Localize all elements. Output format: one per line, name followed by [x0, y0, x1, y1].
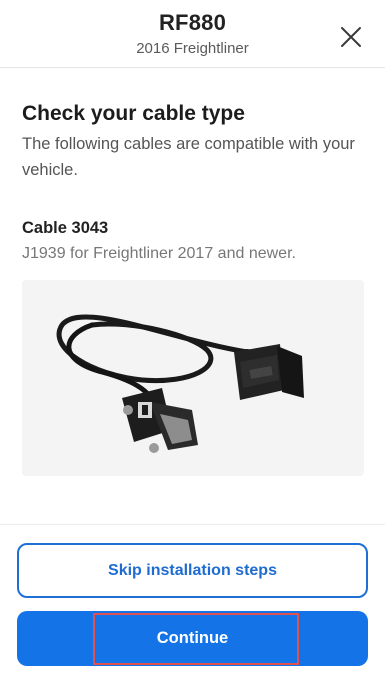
close-button[interactable]: [336, 22, 366, 52]
continue-label: Continue: [156, 629, 229, 647]
continue-button[interactable]: Continue: [17, 611, 368, 666]
skip-installation-label: Skip installation steps: [108, 561, 277, 579]
section-description: The following cables are compatible with…: [22, 135, 355, 179]
header: RF880 2016 Freightliner: [0, 0, 385, 68]
cable-image: [22, 280, 364, 476]
section-heading: Check your cable type: [22, 102, 245, 125]
footer-divider: [0, 524, 385, 525]
app-screen: RF880 2016 Freightliner Check your cable…: [0, 0, 385, 684]
obd-cable-image: [56, 314, 304, 453]
obd-connector: [234, 344, 304, 400]
skip-installation-button[interactable]: Skip installation steps: [17, 543, 368, 598]
db15-connector: [122, 388, 198, 453]
page-subtitle: 2016 Freightliner: [136, 40, 249, 57]
close-icon: [341, 27, 361, 47]
page-title: RF880: [158, 10, 227, 35]
cable-description: J1939 for Freightliner 2017 and newer.: [22, 245, 296, 262]
cable-name: Cable 3043: [22, 219, 109, 237]
